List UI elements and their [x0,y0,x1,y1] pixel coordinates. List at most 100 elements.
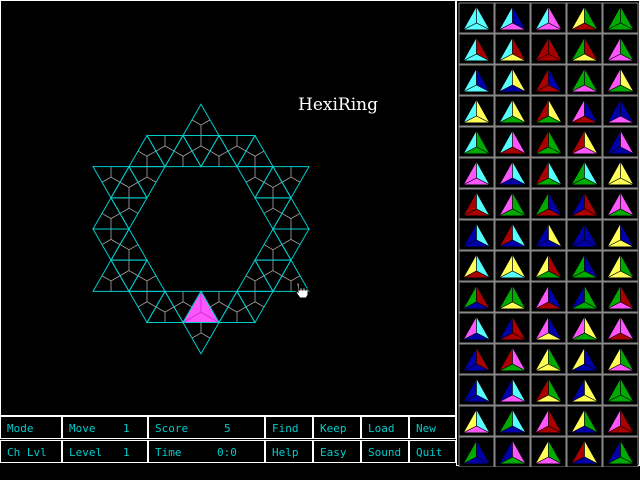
palette-tile[interactable] [494,312,531,344]
palette-tile[interactable] [530,436,567,467]
palette-tile[interactable] [494,374,531,406]
easy-button[interactable]: Easy [313,440,361,463]
ring-slot[interactable] [128,259,166,292]
ring-slot[interactable] [254,165,292,199]
ring-slot[interactable] [218,134,256,168]
palette-tile[interactable] [494,281,531,313]
ring-slot[interactable] [218,290,256,324]
palette-tile[interactable] [566,157,603,189]
palette-tile[interactable] [566,281,603,313]
palette-tile[interactable] [602,219,639,251]
palette-tile[interactable] [566,436,603,467]
ring-slot[interactable] [236,259,274,292]
palette-tile[interactable] [530,64,567,96]
palette-tile[interactable] [458,436,495,467]
palette-tile[interactable] [458,157,495,189]
ring-slot[interactable] [110,197,148,230]
palette-tile[interactable] [458,33,495,65]
palette-tile[interactable] [602,188,639,220]
palette-tile[interactable] [458,126,495,158]
palette-tile[interactable] [566,64,603,96]
ring-slot[interactable] [236,134,274,168]
palette-tile[interactable] [494,2,531,34]
palette-tile[interactable] [602,2,639,34]
palette-tile[interactable] [602,157,639,189]
palette-tile[interactable] [530,405,567,437]
palette-tile[interactable] [494,126,531,158]
ring-slot[interactable] [182,103,220,136]
palette-tile[interactable] [494,250,531,282]
ring-slot[interactable] [92,166,130,199]
ring-slot[interactable] [200,134,238,168]
ring-slot[interactable] [182,290,220,324]
palette-tile[interactable] [530,343,567,375]
palette-tile[interactable] [566,95,603,127]
ring-slot[interactable] [254,197,292,230]
palette-tile[interactable] [566,126,603,158]
palette-tile[interactable] [602,312,639,344]
palette-tile[interactable] [530,95,567,127]
palette-tile[interactable] [602,281,639,313]
ring-slot[interactable] [92,259,130,292]
ring-slot[interactable] [146,134,184,168]
ring-slot[interactable] [272,166,310,199]
palette-tile[interactable] [494,405,531,437]
palette-tile[interactable] [530,281,567,313]
palette-tile[interactable] [458,95,495,127]
ring-slot[interactable] [110,259,148,293]
palette-tile[interactable] [458,219,495,251]
palette-grid[interactable] [457,1,640,467]
palette-tile[interactable] [494,33,531,65]
palette-tile[interactable] [530,157,567,189]
palette-tile[interactable] [458,343,495,375]
ring-slot[interactable] [236,166,274,199]
ring-slot[interactable] [128,134,166,168]
palette-tile[interactable] [494,95,531,127]
palette-tile[interactable] [602,33,639,65]
palette-tile[interactable] [458,250,495,282]
ring-slot[interactable] [272,228,310,262]
palette-tile[interactable] [458,405,495,437]
palette-tile[interactable] [566,188,603,220]
palette-tile[interactable] [566,2,603,34]
quit-button[interactable]: Quit [409,440,456,463]
keep-button[interactable]: Keep [313,416,361,439]
mode-button[interactable]: Mode [0,416,62,439]
palette-tile[interactable] [602,343,639,375]
palette-tile[interactable] [458,188,495,220]
ring-slots[interactable] [92,103,310,355]
palette-tile[interactable] [566,405,603,437]
palette-tile[interactable] [530,126,567,158]
load-button[interactable]: Load [361,416,409,439]
palette-tile[interactable] [458,281,495,313]
palette-tile[interactable] [458,312,495,344]
ring-slot[interactable] [254,228,292,261]
find-button[interactable]: Find [265,416,313,439]
hexagon-ring-board[interactable] [1,1,457,417]
palette-tile[interactable] [566,250,603,282]
palette-tile[interactable] [566,343,603,375]
palette-tile[interactable] [494,219,531,251]
change-level-button[interactable]: Ch Lvl [0,440,62,463]
sound-button[interactable]: Sound [361,440,409,463]
palette-tile[interactable] [566,219,603,251]
palette-tile[interactable] [566,374,603,406]
palette-tile[interactable] [566,312,603,344]
new-button[interactable]: New [409,416,456,439]
palette-tile[interactable] [602,250,639,282]
ring-slot[interactable] [128,166,166,199]
palette-tile[interactable] [530,219,567,251]
palette-tile[interactable] [458,2,495,34]
ring-slot[interactable] [92,196,130,230]
palette-tile[interactable] [530,2,567,34]
ring-slot[interactable] [92,228,130,262]
palette-tile[interactable] [602,436,639,467]
ring-slot[interactable] [164,134,202,168]
tile-palette[interactable] [456,0,640,467]
palette-tile[interactable] [494,343,531,375]
palette-tile[interactable] [530,312,567,344]
ring-slot[interactable] [128,290,166,324]
ring-slot[interactable] [110,165,148,199]
palette-tile[interactable] [602,126,639,158]
palette-tile[interactable] [494,188,531,220]
